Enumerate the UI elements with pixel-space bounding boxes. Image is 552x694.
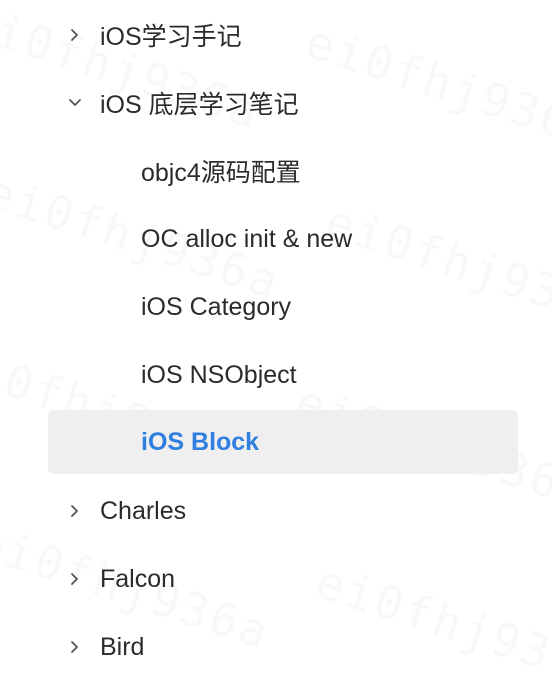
outline-tree: ei0fhj936a ei0fhj936a ei0fhj936a ei0fhj9…	[0, 0, 552, 694]
outline-item[interactable]: iOS Category	[48, 275, 518, 339]
outline-item-label: Charles	[100, 496, 187, 525]
chevron-right-icon[interactable]	[68, 640, 82, 654]
outline-item-label: Bird	[100, 632, 145, 661]
outline-item[interactable]: iOS NSObject	[48, 343, 518, 407]
outline-item[interactable]: iOS 底层学习笔记	[48, 71, 518, 135]
outline-item[interactable]: Bird	[48, 615, 518, 679]
outline-item-label: iOS 底层学习笔记	[100, 91, 299, 119]
chevron-right-icon[interactable]	[68, 504, 82, 518]
outline-item[interactable]: objc4源码配置	[48, 139, 518, 203]
outline-item-label: objc4源码配置	[141, 159, 301, 187]
chevron-down-icon[interactable]	[68, 96, 82, 110]
outline-item-label: OC alloc init & new	[141, 224, 353, 253]
outline-item-label: iOS Block	[141, 427, 260, 456]
chevron-right-icon[interactable]	[68, 572, 82, 586]
outline-item-label: iOS Category	[141, 292, 292, 321]
outline-item-label: iOS NSObject	[141, 360, 297, 389]
outline-item[interactable]: iOS学习手记	[48, 3, 518, 67]
chevron-right-icon[interactable]	[68, 28, 82, 42]
outline-item[interactable]: Charles	[48, 479, 518, 543]
outline-item-selected[interactable]: iOS Block	[48, 410, 518, 474]
outline-item-label: iOS学习手记	[100, 23, 242, 51]
outline-item-label: Falcon	[100, 564, 176, 593]
outline-item[interactable]: OC alloc init & new	[48, 207, 518, 271]
outline-item[interactable]: Falcon	[48, 547, 518, 611]
